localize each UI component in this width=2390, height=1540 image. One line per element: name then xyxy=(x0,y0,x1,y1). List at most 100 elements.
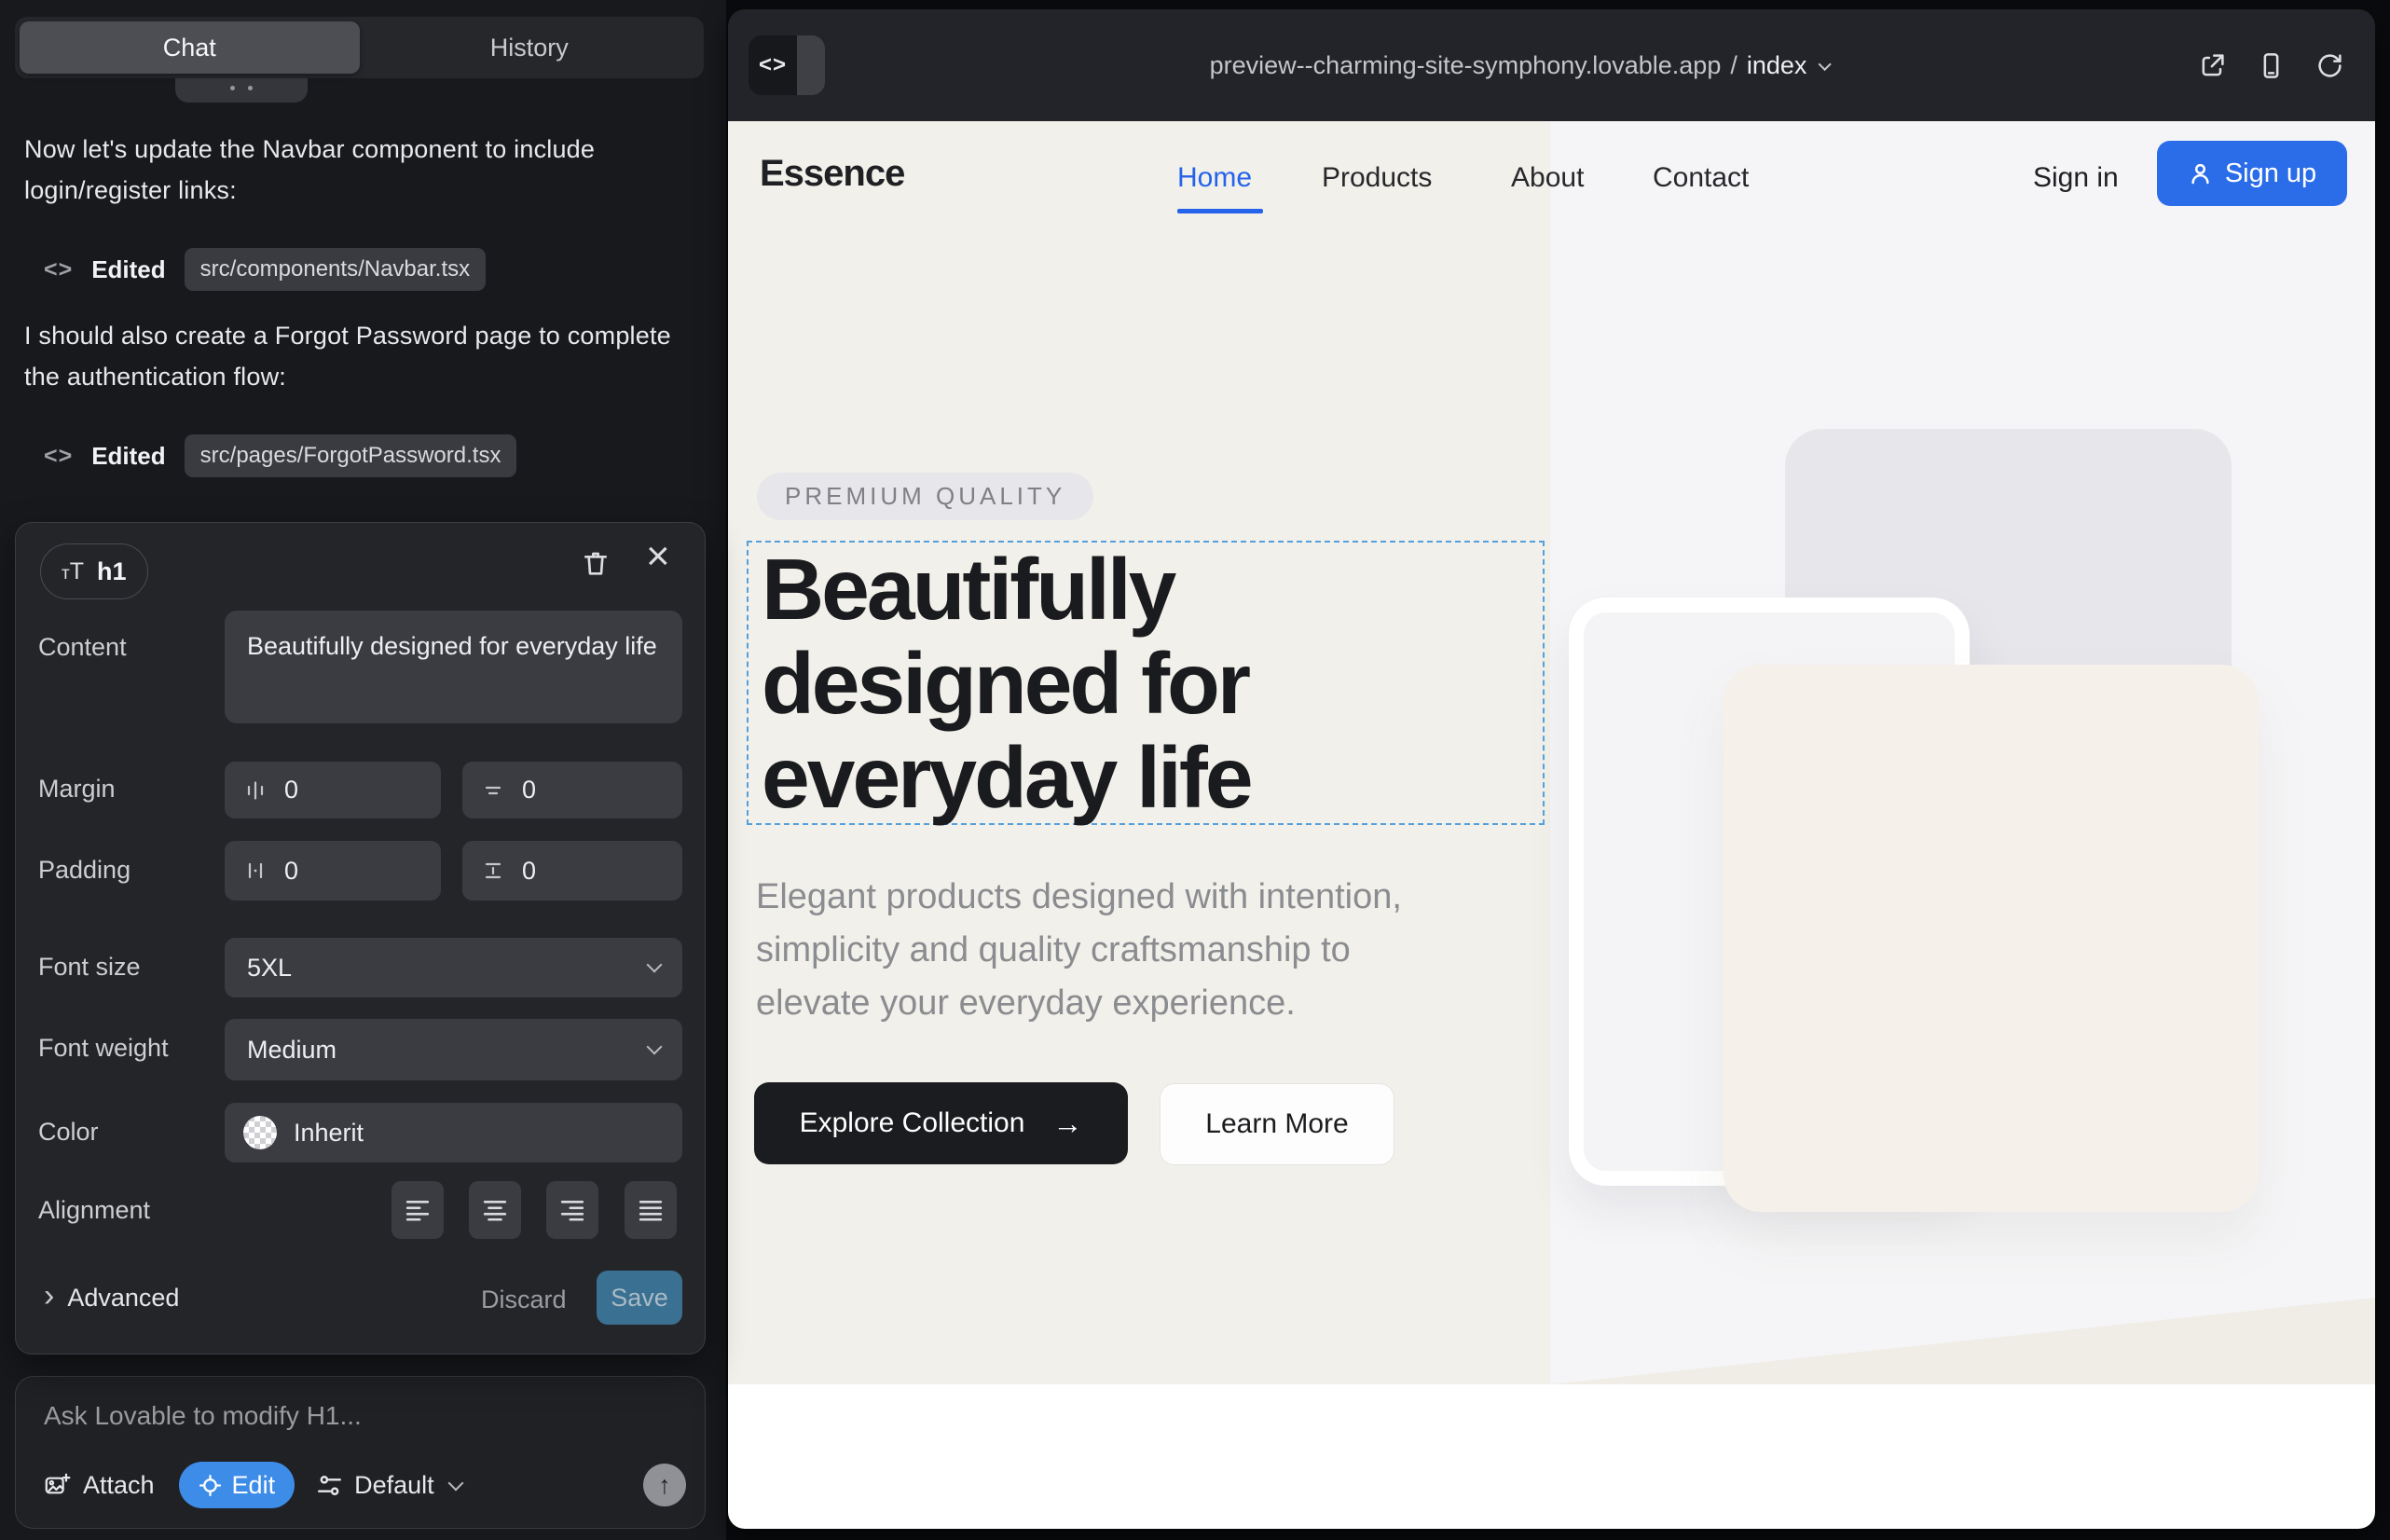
refresh-icon xyxy=(2316,52,2343,79)
arrow-up-icon: ↑ xyxy=(658,1471,671,1500)
font-size-select[interactable]: 5XL xyxy=(225,938,682,997)
tab-chat[interactable]: Chat xyxy=(20,21,360,74)
toggle-tail xyxy=(797,35,825,95)
hero-description: Elegant products designed with intention… xyxy=(756,871,1402,1030)
align-center-button[interactable] xyxy=(469,1181,521,1239)
padding-vertical-input[interactable]: 0 xyxy=(462,841,682,901)
site-logo[interactable]: Essence xyxy=(760,153,904,195)
url-domain: preview--charming-site-symphony.lovable.… xyxy=(1210,51,1722,80)
edited-label: Edited xyxy=(91,442,165,471)
margin-horizontal-input[interactable]: 0 xyxy=(225,762,441,818)
align-justify-icon xyxy=(639,1200,663,1221)
content-label: Content xyxy=(38,633,127,662)
site-preview: Essence Home Products About Contact Sign… xyxy=(728,121,2375,1529)
edited-label: Edited xyxy=(91,255,165,284)
save-button[interactable]: Save xyxy=(597,1271,682,1325)
browser-actions xyxy=(2199,9,2343,121)
url-bar[interactable]: preview--charming-site-symphony.lovable.… xyxy=(1210,9,1830,121)
font-weight-select[interactable]: Medium xyxy=(225,1019,682,1080)
assistant-message: I should also create a Forgot Password p… xyxy=(24,315,692,397)
chat-panel: Chat History Now let's update the Navbar… xyxy=(0,0,726,1540)
type-icon: тT xyxy=(62,558,84,585)
close-icon[interactable]: × xyxy=(646,536,670,577)
delete-element-button[interactable] xyxy=(581,548,611,578)
send-button[interactable]: ↑ xyxy=(643,1464,686,1506)
chevron-down-icon xyxy=(647,957,663,973)
content-input[interactable]: Beautifully designed for everyday life xyxy=(225,611,682,723)
decorative-card-beige xyxy=(1724,665,2259,1212)
code-icon: <> xyxy=(749,35,797,95)
font-size-label: Font size xyxy=(38,953,141,982)
color-select[interactable]: Inherit xyxy=(225,1103,682,1162)
sign-in-link[interactable]: Sign in xyxy=(2033,162,2119,194)
mode-selector[interactable]: Default xyxy=(317,1471,461,1500)
smartphone-icon xyxy=(2258,52,2285,79)
edit-mode-button[interactable]: Edit xyxy=(179,1462,295,1508)
chevron-down-icon xyxy=(1818,58,1831,71)
hero-badge: PREMIUM QUALITY xyxy=(757,473,1093,520)
edited-file-row: <> Edited src/pages/ForgotPassword.tsx xyxy=(44,434,516,477)
padding-horizontal-icon xyxy=(243,859,268,883)
learn-more-button[interactable]: Learn More xyxy=(1160,1083,1394,1165)
attach-image-icon xyxy=(44,1473,71,1498)
code-view-toggle[interactable]: <> xyxy=(749,35,825,95)
refresh-button[interactable] xyxy=(2316,52,2343,79)
align-left-icon xyxy=(405,1200,430,1221)
color-swatch xyxy=(243,1116,277,1149)
alignment-label: Alignment xyxy=(38,1196,150,1225)
file-chip[interactable]: src/components/Navbar.tsx xyxy=(185,248,486,291)
selected-element-tag: тT h1 xyxy=(40,543,148,599)
tab-history[interactable]: History xyxy=(360,21,700,74)
align-right-button[interactable] xyxy=(546,1181,598,1239)
chat-composer[interactable]: Ask Lovable to modify H1... Attach Edit xyxy=(15,1376,706,1529)
sliders-icon xyxy=(317,1474,342,1497)
edited-file-row: <> Edited src/components/Navbar.tsx xyxy=(44,248,486,291)
padding-label: Padding xyxy=(38,856,130,885)
external-link-icon xyxy=(2199,52,2226,79)
preview-browser: <> preview--charming-site-symphony.lovab… xyxy=(728,9,2375,1529)
chevron-down-icon xyxy=(647,1039,663,1055)
hero-title: Beautifully designed for everyday life xyxy=(762,543,1251,825)
nav-link-contact[interactable]: Contact xyxy=(1653,162,1749,194)
chat-history-tabs: Chat History xyxy=(15,17,704,78)
element-editor-panel: тT h1 × Content Beautifully designed for… xyxy=(15,522,706,1354)
url-page: index xyxy=(1747,51,1807,80)
crosshair-icon xyxy=(199,1474,222,1497)
align-left-button[interactable] xyxy=(391,1181,444,1239)
sign-up-button[interactable]: Sign up xyxy=(2157,141,2347,206)
nav-link-home[interactable]: Home xyxy=(1177,162,1252,194)
composer-input[interactable]: Ask Lovable to modify H1... xyxy=(44,1401,362,1431)
nav-link-about[interactable]: About xyxy=(1511,162,1584,194)
url-separator: / xyxy=(1730,51,1738,80)
align-right-icon xyxy=(560,1200,584,1221)
color-label: Color xyxy=(38,1118,99,1147)
composer-toolbar: Attach Edit Default xyxy=(44,1461,461,1509)
nav-link-products[interactable]: Products xyxy=(1322,162,1432,194)
padding-horizontal-input[interactable]: 0 xyxy=(225,841,441,901)
attach-button[interactable]: Attach xyxy=(44,1471,155,1500)
browser-chrome: <> preview--charming-site-symphony.lovab… xyxy=(728,9,2375,121)
scrolled-message-bubble xyxy=(175,78,308,103)
padding-vertical-icon xyxy=(481,859,505,883)
advanced-toggle[interactable]: › Advanced xyxy=(44,1284,179,1313)
code-icon: <> xyxy=(44,443,73,470)
discard-button[interactable]: Discard xyxy=(481,1286,565,1314)
assistant-message: Now let's update the Navbar component to… xyxy=(24,129,692,211)
active-nav-underline xyxy=(1177,209,1263,213)
file-chip[interactable]: src/pages/ForgotPassword.tsx xyxy=(185,434,517,477)
margin-horizontal-icon xyxy=(243,778,268,803)
margin-label: Margin xyxy=(38,775,116,804)
chevron-right-icon: › xyxy=(44,1284,54,1309)
chevron-down-icon xyxy=(447,1476,463,1492)
mobile-preview-button[interactable] xyxy=(2258,52,2285,79)
align-justify-button[interactable] xyxy=(625,1181,677,1239)
selected-h1-element[interactable]: Beautifully designed for everyday life xyxy=(747,541,1545,825)
align-center-icon xyxy=(483,1200,507,1221)
margin-vertical-icon xyxy=(481,778,505,803)
element-tag-label: h1 xyxy=(97,557,127,586)
arrow-right-icon: → xyxy=(1052,1107,1082,1141)
open-external-button[interactable] xyxy=(2199,52,2226,79)
margin-vertical-input[interactable]: 0 xyxy=(462,762,682,818)
explore-collection-button[interactable]: Explore Collection → xyxy=(754,1082,1128,1164)
user-icon xyxy=(2188,161,2213,186)
